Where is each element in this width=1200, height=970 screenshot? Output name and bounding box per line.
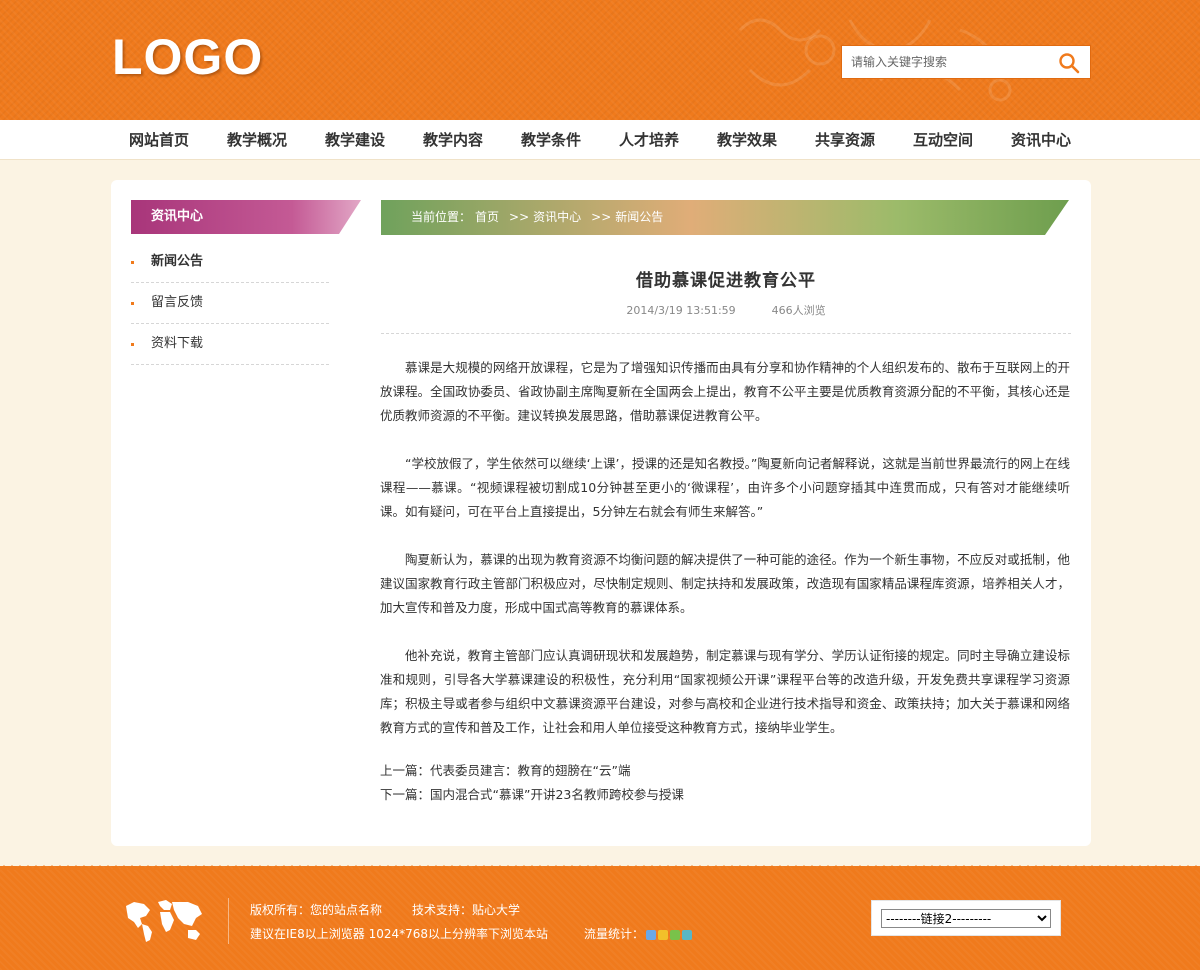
article-title: 借助慕课促进教育公平 xyxy=(636,271,816,291)
stat-icon xyxy=(670,929,681,940)
footer-line-1: 版权所有：您的站点名称 技术支持：贴心大学 xyxy=(250,901,520,918)
breadcrumb-home[interactable]: 首页 xyxy=(475,210,499,224)
article-date: 2014/3/19 13:51:59 xyxy=(626,304,736,317)
article-views: 466人浏览 xyxy=(771,304,826,317)
stats-icons[interactable] xyxy=(646,929,693,940)
browser-hint-text: 建议在IE8以上浏览器 1024*768以上分辨率下浏览本站 xyxy=(250,927,549,941)
footer-line-2: 建议在IE8以上浏览器 1024*768以上分辨率下浏览本站 流量统计： xyxy=(250,925,693,942)
sidebar-header: 资讯中心 xyxy=(131,200,361,234)
nav-item-results[interactable]: 教学效果 xyxy=(698,120,796,160)
search-icon[interactable] xyxy=(1058,52,1080,74)
footer-zigzag-edge xyxy=(0,865,1200,870)
main-content-card: 资讯中心 新闻公告 留言反馈 资料下载 当前位置： 首页 >> 资讯中心 >> 新闻公告 … xyxy=(111,180,1091,846)
nav-item-conditions[interactable]: 教学条件 xyxy=(502,120,600,160)
friend-links-select[interactable]: --------链接2--------- xyxy=(881,909,1051,928)
nav-item-resources[interactable]: 共享资源 xyxy=(796,120,894,160)
nav-item-news[interactable]: 资讯中心 xyxy=(992,120,1090,160)
nav-item-home[interactable]: 网站首页 xyxy=(110,120,208,160)
breadcrumb-current[interactable]: 新闻公告 xyxy=(615,210,663,224)
article-paragraph: 陶夏新认为，慕课的出现为教育资源不均衡问题的解决提供了一种可能的途径。作为一个新… xyxy=(380,552,1070,615)
sidebar-item-downloads[interactable]: 资料下载 xyxy=(131,324,329,365)
world-map-icon xyxy=(126,900,202,942)
site-header: LOGO xyxy=(0,0,1200,120)
sidebar-item-label: 新闻公告 xyxy=(151,254,204,269)
sidebar-item-label: 留言反馈 xyxy=(151,295,204,310)
stat-icon xyxy=(658,929,669,940)
copyright-text: 版权所有：您的站点名称 xyxy=(250,903,383,917)
main-nav: 网站首页 教学概况 教学建设 教学内容 教学条件 人才培养 教学效果 共享资源 … xyxy=(0,120,1200,160)
nav-item-interaction[interactable]: 互动空间 xyxy=(894,120,992,160)
stat-icon xyxy=(646,929,657,940)
nav-item-content[interactable]: 教学内容 xyxy=(404,120,502,160)
article-body: 慕课是大规模的网络开放课程，它是为了增强知识传播而由具有分享和协作精神的个人组织… xyxy=(380,356,1070,764)
next-article-link[interactable]: 下一篇：国内混合式“慕课”开讲23名教师跨校参与授课 xyxy=(380,783,1070,807)
divider xyxy=(381,333,1071,334)
tech-support-text: 技术支持：贴心大学 xyxy=(412,903,521,917)
nav-item-construction[interactable]: 教学建设 xyxy=(306,120,404,160)
sidebar-title: 资讯中心 xyxy=(151,209,204,224)
search-input[interactable] xyxy=(842,46,1052,78)
search-box xyxy=(841,45,1091,79)
chevron-right-icon: >> xyxy=(591,210,612,224)
breadcrumb-news-center[interactable]: 资讯中心 xyxy=(533,210,581,224)
stat-icon xyxy=(682,929,693,940)
article-pager: 上一篇：代表委员建言：教育的翅膀在“云”端 下一篇：国内混合式“慕课”开讲23名… xyxy=(380,759,1070,807)
sidebar-item-news[interactable]: 新闻公告 xyxy=(131,242,329,283)
article-paragraph: “学校放假了，学生依然可以继续‘上课’，授课的还是知名教授。”陶夏新向记者解释说… xyxy=(380,456,1070,519)
breadcrumb-text: 当前位置： 首页 >> 资讯中心 >> 新闻公告 xyxy=(411,200,667,235)
article-meta: 2014/3/19 13:51:59 466人浏览 xyxy=(381,302,1071,318)
footer-divider xyxy=(228,898,229,944)
bullet-icon xyxy=(131,261,134,264)
bullet-icon xyxy=(131,302,134,305)
sidebar-list: 新闻公告 留言反馈 资料下载 xyxy=(131,242,329,365)
breadcrumb-label: 当前位置： xyxy=(411,210,472,224)
nav-item-overview[interactable]: 教学概况 xyxy=(208,120,306,160)
stats-label: 流量统计： xyxy=(584,927,645,941)
chevron-right-icon: >> xyxy=(509,210,530,224)
sidebar-item-feedback[interactable]: 留言反馈 xyxy=(131,283,329,324)
article-paragraph: 他补充说，教育主管部门应认真调研现状和发展趋势，制定慕课与现有学分、学历认证衔接… xyxy=(380,648,1070,735)
prev-article-link[interactable]: 上一篇：代表委员建言：教育的翅膀在“云”端 xyxy=(380,759,1070,783)
site-footer: 版权所有：您的站点名称 技术支持：贴心大学 建议在IE8以上浏览器 1024*76… xyxy=(0,865,1200,970)
breadcrumb: 当前位置： 首页 >> 资讯中心 >> 新闻公告 xyxy=(381,200,1069,235)
sidebar-item-label: 资料下载 xyxy=(151,336,204,351)
nav-item-training[interactable]: 人才培养 xyxy=(600,120,698,160)
article-paragraph: 慕课是大规模的网络开放课程，它是为了增强知识传播而由具有分享和协作精神的个人组织… xyxy=(380,360,1070,423)
friend-links-box: --------链接2--------- xyxy=(871,900,1061,936)
site-logo[interactable]: LOGO xyxy=(112,28,263,86)
bullet-icon xyxy=(131,343,134,346)
